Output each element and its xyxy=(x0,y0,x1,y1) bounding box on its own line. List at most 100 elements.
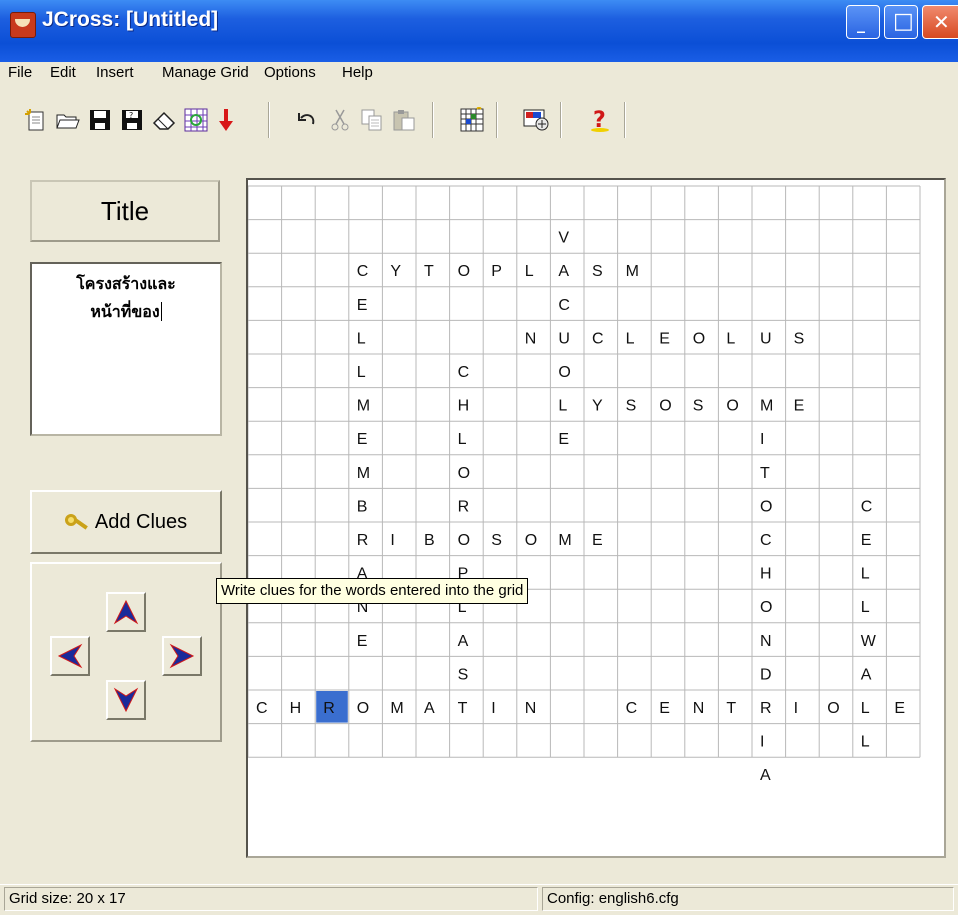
title-button[interactable]: Title xyxy=(30,180,220,242)
toolbar-separator xyxy=(496,102,498,138)
grid-letter: T xyxy=(760,465,770,482)
grid-letter: H xyxy=(760,566,772,583)
grid-letter: N xyxy=(525,330,537,347)
grid-letter: O xyxy=(726,398,738,415)
grid-letter: I xyxy=(760,431,764,448)
menu-help[interactable]: Help xyxy=(342,64,373,81)
grid-icon[interactable] xyxy=(458,106,486,134)
key-icon xyxy=(64,512,89,532)
grid-letter: E xyxy=(659,700,670,717)
grid-letter: O xyxy=(760,498,772,515)
grid-letter: R xyxy=(357,532,369,549)
grid-letter: A xyxy=(861,666,872,683)
crossword-grid-panel: VACUOLECYTOPLSMELLMEMBRANENCLEOLUSCHLORO… xyxy=(246,178,946,858)
undo-icon[interactable] xyxy=(294,106,322,134)
grid-letter: O xyxy=(525,532,537,549)
grid-maker-icon[interactable] xyxy=(182,106,210,134)
grid-letter: S xyxy=(491,532,502,549)
grid-letter: C xyxy=(861,498,873,515)
title-bar[interactable]: JCross: [Untitled] _ □ ✕ xyxy=(0,0,958,62)
title-text-line-1: โครงสร้างและ xyxy=(76,274,176,293)
grid-letter: M xyxy=(390,700,403,717)
grid-letter: C xyxy=(458,364,470,381)
grid-letter: L xyxy=(861,566,870,583)
grid-letter: O xyxy=(827,700,839,717)
grid-letter: N xyxy=(760,633,772,650)
grid-letter: A xyxy=(424,700,435,717)
grid-letter: S xyxy=(626,398,637,415)
grid-letter: L xyxy=(525,263,534,280)
new-icon[interactable] xyxy=(22,106,50,134)
grid-letter: W xyxy=(861,633,877,650)
grid-letter: C xyxy=(256,700,268,717)
grid-letter: E xyxy=(357,297,368,314)
grid-letter: A xyxy=(558,263,569,280)
grid-letter: O xyxy=(458,465,470,482)
grid-letter: T xyxy=(424,263,434,280)
toolbar-separator xyxy=(268,102,270,138)
grid-letter: L xyxy=(861,700,870,717)
arrow-up-icon xyxy=(113,599,139,625)
menu-edit[interactable]: Edit xyxy=(50,64,76,81)
nudge-right-button[interactable] xyxy=(162,636,202,676)
nudge-left-button[interactable] xyxy=(50,636,90,676)
menu-insert[interactable]: Insert xyxy=(96,64,134,81)
eraser-icon[interactable] xyxy=(150,106,178,134)
grid-letter: B xyxy=(424,532,435,549)
grid-letter: Y xyxy=(592,398,603,415)
grid-letter: M xyxy=(626,263,639,280)
grid-letter: M xyxy=(357,398,370,415)
nudge-up-button[interactable] xyxy=(106,592,146,632)
open-icon[interactable] xyxy=(54,106,82,134)
grid-letter: T xyxy=(726,700,736,717)
menu-file[interactable]: File xyxy=(8,64,32,81)
crossword-grid[interactable]: VACUOLEC Y T O P L S MELLMEMBRANEN C L E O L U SCHLORO… xyxy=(247,180,944,856)
paste-icon[interactable] xyxy=(390,106,418,134)
grid-letter: O xyxy=(659,398,671,415)
copy-icon[interactable] xyxy=(358,106,386,134)
menu-options[interactable]: Options xyxy=(264,64,316,81)
grid-letter: U xyxy=(760,330,772,347)
add-clues-tooltip: Write clues for the words entered into t… xyxy=(216,578,529,604)
grid-letter: I xyxy=(390,532,394,549)
maximize-button[interactable]: □ xyxy=(884,5,918,39)
arrow-left-icon xyxy=(57,643,83,669)
export-icon[interactable] xyxy=(212,106,240,134)
grid-letter: R xyxy=(323,700,335,717)
web-page-icon[interactable] xyxy=(522,106,550,134)
save-as-icon[interactable]: ? xyxy=(118,106,146,134)
grid-letter: B xyxy=(357,498,368,515)
grid-letter: A xyxy=(760,767,771,784)
menu-manage-grid[interactable]: Manage Grid xyxy=(162,64,249,81)
grid-letter: I xyxy=(491,700,495,717)
minimize-icon: _ xyxy=(857,14,865,33)
save-icon[interactable] xyxy=(86,106,114,134)
menu-bar xyxy=(0,62,958,92)
grid-nudge-pad xyxy=(30,562,222,742)
grid-letter: E xyxy=(794,398,805,415)
grid-letter: O xyxy=(458,532,470,549)
svg-text:?: ? xyxy=(129,111,133,120)
grid-letter: E xyxy=(894,700,905,717)
title-text-field[interactable]: โครงสร้างและ หน้าที่ของ xyxy=(30,262,222,436)
arrow-right-icon xyxy=(169,643,195,669)
close-button[interactable]: ✕ xyxy=(922,5,958,39)
nudge-down-button[interactable] xyxy=(106,680,146,720)
grid-letter: L xyxy=(861,599,870,616)
grid-letter: Y xyxy=(390,263,401,280)
maximize-icon: □ xyxy=(893,9,914,34)
grid-letter: E xyxy=(861,532,872,549)
grid-letter: M xyxy=(760,398,773,415)
cut-icon[interactable] xyxy=(326,106,354,134)
grid-letter: L xyxy=(458,431,467,448)
svg-text:?: ? xyxy=(593,108,606,133)
grid-letter: O xyxy=(558,364,570,381)
help-icon[interactable]: ? xyxy=(586,106,614,134)
grid-letter: M xyxy=(558,532,571,549)
grid-letter: L xyxy=(726,330,735,347)
add-clues-button[interactable]: Add Clues xyxy=(30,490,222,554)
jcross-app-icon xyxy=(10,12,36,38)
grid-letter: O xyxy=(357,700,369,717)
status-grid-size: Grid size: 20 x 17 xyxy=(4,887,538,911)
minimize-button[interactable]: _ xyxy=(846,5,880,39)
